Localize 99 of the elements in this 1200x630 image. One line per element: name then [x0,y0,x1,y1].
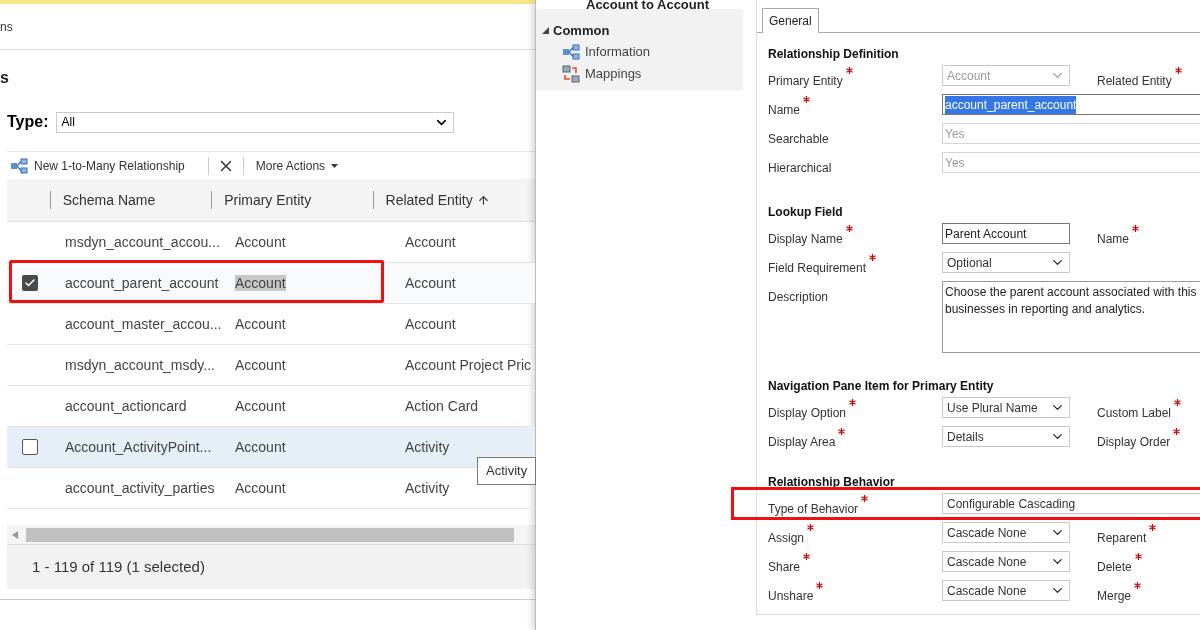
breadcrumb-text: ns [0,18,13,36]
required-asterisk-icon [869,254,877,261]
sort-arrow-icon [476,193,490,207]
nav-item[interactable]: Mappings [536,62,743,85]
required-asterisk-icon [845,67,853,74]
table-row[interactable]: account_master_accou... Account Account [7,304,535,345]
table-cell: Account [235,356,286,373]
nav-item[interactable]: Information [536,40,743,63]
required-asterisk-icon [1174,399,1182,406]
collapse-triangle-icon[interactable] [542,27,549,35]
text-field[interactable]: account_parent_account [942,94,1200,115]
field-label: Primary Entity [768,74,853,88]
column-header[interactable]: Schema Name [50,189,156,211]
table-cell: Account [405,233,456,250]
section-heading: Lookup Field [768,204,844,221]
required-asterisk-icon [1134,582,1141,589]
dropdown[interactable]: Cascade None [942,522,1070,543]
dropdown[interactable]: Cascade None [942,580,1070,601]
field-label: Field Requirement [768,261,877,275]
table-cell: Account [405,274,456,291]
dropdown[interactable]: Use Plural Name [942,397,1070,418]
required-asterisk-icon [838,428,846,435]
tab[interactable]: General [762,8,819,33]
field-label: Display Name [768,232,853,246]
field-label: Related Entity [1097,74,1182,88]
dropdown[interactable]: Cascade None [942,551,1070,572]
field-label: Delete [1097,560,1142,574]
relationship-icon [10,157,28,174]
required-asterisk-icon [1174,67,1182,74]
field-label: Assign [768,531,815,545]
column-header[interactable]: Primary Entity [212,189,312,211]
field-label: Searchable [768,132,829,146]
field-label: Share [768,560,811,574]
more-actions-button[interactable]: More Actions [243,156,351,175]
field-label: Unshare [768,589,824,603]
field-label: Name [1097,232,1139,246]
relationship-icon [562,43,580,60]
table-cell: msdyn_account_msdy... [65,356,215,373]
field-label: Display Option [768,406,857,420]
dropdown[interactable]: Details [942,426,1070,447]
scrollbar-thumb[interactable] [26,527,514,542]
field-label: Type of Behavior [768,502,869,516]
required-asterisk-icon [1132,225,1139,232]
required-asterisk-icon [803,553,811,560]
page-heading: s [0,68,9,88]
nav-group-label: Common [553,22,610,40]
type-dropdown[interactable]: All [56,111,455,133]
table-cell: Account [405,315,456,332]
field-label: Custom Label [1097,406,1182,420]
table-cell: account_master_accou... [65,315,222,332]
checkbox[interactable] [22,439,38,455]
check-icon [24,277,36,289]
table-cell: msdyn_account_accou... [65,233,220,250]
field-label: Display Area [768,435,846,449]
field-label: Description [768,290,829,304]
table-row[interactable]: account_parent_account Account Account [7,263,535,304]
table-cell: Account Project Pric [405,356,532,373]
dialog-title: Account to Account [586,0,709,9]
required-asterisk-icon [1149,524,1157,531]
record-count: 1 - 119 of 119 (1 selected) [32,556,205,577]
table-cell: Account [235,274,286,291]
section-heading: Relationship Definition [768,46,900,63]
mapping-icon [562,64,580,83]
table-row[interactable]: msdyn_account_msdy... Account Account Project Pric [7,345,535,386]
table-cell: account_actioncard [65,397,187,414]
checkbox[interactable] [22,275,38,291]
table-cell: Activity [405,438,450,455]
field-label: Merge [1097,589,1141,603]
table-cell: Account [235,233,286,250]
section-heading: Navigation Pane Item for Primary Entity [768,378,995,395]
type-label: Type: [7,112,49,132]
table-cell: account_parent_account [65,274,219,291]
required-asterisk-icon [849,399,857,406]
table-cell: Account [235,438,286,455]
field-label: Hierarchical [768,161,832,175]
required-asterisk-icon [861,495,869,502]
field-label: Display Order [1097,435,1181,449]
required-asterisk-icon [1134,553,1142,560]
required-asterisk-icon [807,524,815,531]
required-asterisk-icon [1173,428,1181,435]
text-field[interactable]: Parent Account [942,223,1070,244]
required-asterisk-icon [803,96,810,103]
required-asterisk-icon [816,582,824,589]
table-cell: Action Card [405,397,479,414]
field-label: Reparent [1097,531,1157,545]
table-cell: Account [235,315,286,332]
dropdown[interactable]: Optional [942,252,1070,273]
field-label: Name [768,103,810,117]
column-header[interactable]: Related Entity [373,189,490,211]
table-cell: Account_ActivityPoint... [65,438,212,455]
new-relationship-button[interactable]: New 1-to-Many Relationship [7,156,188,175]
caret-icon [331,163,339,168]
scroll-left-icon [12,530,18,539]
table-cell: Account [235,397,286,414]
required-asterisk-icon [845,225,853,232]
tooltip: Activity [477,457,537,485]
dropdown[interactable]: Configurable Cascading [942,493,1200,514]
description-field[interactable]: Choose the parent account associated with this businesses in reporting and analytics. [942,281,1200,353]
section-heading: Relationship Behavior [768,474,896,491]
